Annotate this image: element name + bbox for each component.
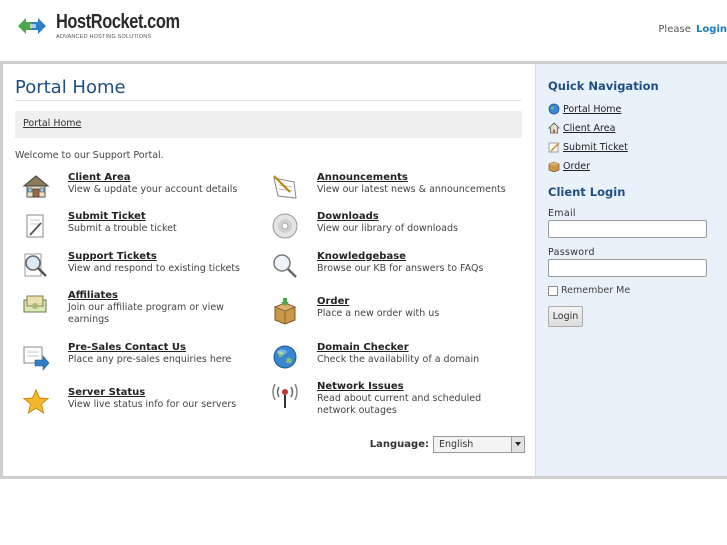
email-label: Email: [548, 208, 576, 219]
portal-item-name[interactable]: Knowledgebase: [317, 251, 517, 263]
client-login-heading: Client Login: [548, 185, 626, 199]
portal-item-pre-sales-contact[interactable]: Pre-Sales Contact Us Place any pre-sales…: [21, 342, 271, 378]
portal-item-name[interactable]: Announcements: [317, 172, 517, 184]
login-prompt: Please Login: [658, 24, 727, 35]
main-panel: Portal Home Portal Home Welcome to our S…: [3, 64, 535, 476]
remember-me-checkbox[interactable]: [548, 285, 558, 296]
language-label: Language:: [369, 439, 429, 450]
portal-item-desc: Submit a trouble ticket: [68, 223, 177, 234]
portal-item-desc: View our library of downloads: [317, 223, 458, 234]
header: HostRocket.com ADVANCED HOSTING SOLUTION…: [0, 0, 727, 60]
portal-item-server-status[interactable]: Server Status View live status info for …: [21, 387, 271, 423]
portal-item-desc: View and respond to existing tickets: [68, 263, 241, 274]
quick-navigation-heading: Quick Navigation: [548, 79, 659, 93]
remember-me[interactable]: Remember Me: [548, 285, 630, 296]
quick-nav-submit-ticket[interactable]: Submit Ticket: [548, 140, 718, 154]
email-field[interactable]: [548, 220, 707, 238]
box-icon: [270, 296, 300, 326]
portal-item-support-tickets[interactable]: Support Tickets View and respond to exis…: [21, 251, 271, 287]
logo-name: HostRocket.com: [56, 11, 180, 33]
password-label: Password: [548, 247, 595, 258]
money-icon: [21, 290, 51, 320]
header-login-link[interactable]: Login: [696, 24, 727, 35]
portal-item-domain-checker[interactable]: Domain Checker Check the availability of…: [270, 342, 520, 378]
content-frame: Portal Home Portal Home Welcome to our S…: [0, 61, 727, 479]
portal-item-name[interactable]: Server Status: [68, 387, 268, 399]
language-selector: Language: English: [370, 436, 525, 453]
quick-nav-order[interactable]: Order: [548, 159, 718, 173]
portal-item-announcements[interactable]: Announcements View our latest news & ann…: [270, 172, 520, 208]
portal-item-desc: View our latest news & announcements: [317, 184, 506, 195]
breadcrumb-portal-home[interactable]: Portal Home: [23, 118, 81, 129]
box-icon: [548, 160, 560, 173]
star-icon: [21, 387, 51, 417]
disc-icon: [270, 211, 300, 241]
quick-nav-portal-home[interactable]: Portal Home: [548, 102, 718, 116]
portal-item-submit-ticket[interactable]: Submit Ticket Submit a trouble ticket: [21, 211, 271, 247]
remember-me-label: Remember Me: [561, 285, 631, 296]
login-prompt-text: Please: [658, 24, 691, 35]
portal-item-desc: View live status info for our servers: [68, 399, 237, 410]
logo-tagline: ADVANCED HOSTING SOLUTIONS: [56, 34, 152, 40]
portal-item-name[interactable]: Network Issues: [317, 381, 517, 393]
globe-icon: [548, 103, 560, 115]
quick-nav-label[interactable]: Submit Ticket: [563, 142, 628, 153]
password-field[interactable]: [548, 259, 707, 277]
portal-item-name[interactable]: Support Tickets: [68, 251, 268, 263]
hostrocket-logo[interactable]: HostRocket.com ADVANCED HOSTING SOLUTION…: [16, 12, 207, 40]
portal-item-name[interactable]: Domain Checker: [317, 342, 517, 354]
portal-item-knowledgebase[interactable]: Knowledgebase Browse our KB for answers …: [270, 251, 520, 287]
magnifier-icon: [270, 251, 300, 281]
portal-item-network-issues[interactable]: Network Issues Read about current and sc…: [270, 381, 520, 425]
house-icon: [548, 122, 560, 134]
portal-item-name[interactable]: Downloads: [317, 211, 517, 223]
quick-nav-label[interactable]: Order: [563, 161, 590, 172]
portal-item-name[interactable]: Client Area: [68, 172, 268, 184]
quick-nav-label[interactable]: Portal Home: [563, 104, 621, 115]
portal-item-desc: Place any pre-sales enquiries here: [68, 354, 232, 365]
logo-arrows-icon: [16, 12, 48, 40]
quick-nav-label[interactable]: Client Area: [563, 123, 615, 134]
pencil-paper-icon: [548, 141, 560, 153]
title-divider: [15, 100, 522, 101]
globe-icon: [270, 342, 300, 372]
portal-item-desc: Browse our KB for answers to FAQs: [317, 263, 484, 274]
portal-item-name[interactable]: Submit Ticket: [68, 211, 268, 223]
chevron-down-icon[interactable]: [511, 437, 524, 452]
house-icon: [21, 172, 51, 202]
welcome-text: Welcome to our Support Portal.: [15, 150, 164, 161]
portal-item-name[interactable]: Order: [317, 296, 517, 308]
magnifier-icon: [21, 251, 51, 281]
language-selected-value: English: [439, 439, 474, 450]
portal-item-client-area[interactable]: Client Area View & update your account d…: [21, 172, 271, 208]
portal-item-desc: Check the availability of a domain: [317, 354, 480, 365]
pencil-paper-icon: [21, 211, 51, 241]
portal-item-name[interactable]: Pre-Sales Contact Us: [68, 342, 268, 354]
language-select[interactable]: English: [433, 436, 525, 453]
portal-item-name[interactable]: Affiliates: [68, 290, 268, 302]
quick-nav-client-area[interactable]: Client Area: [548, 121, 718, 135]
portal-item-desc: Read about current and scheduled network…: [317, 393, 482, 416]
antenna-icon: [270, 381, 300, 411]
portal-item-affiliates[interactable]: Affiliates Join our affiliate program or…: [21, 290, 271, 334]
portal-item-desc: Join our affiliate program or view earni…: [68, 302, 224, 325]
portal-item-desc: View & update your account details: [68, 184, 238, 195]
notepad-icon: [270, 172, 300, 202]
login-button[interactable]: Login: [548, 306, 583, 327]
portal-item-order[interactable]: Order Place a new order with us: [270, 296, 520, 332]
portal-item-downloads[interactable]: Downloads View our library of downloads: [270, 211, 520, 247]
sidebar: Quick Navigation Portal Home Client Area…: [535, 64, 727, 476]
breadcrumb: Portal Home: [15, 111, 522, 138]
page-title: Portal Home: [15, 77, 126, 98]
portal-item-desc: Place a new order with us: [317, 308, 440, 319]
document-arrow-icon: [21, 342, 51, 372]
